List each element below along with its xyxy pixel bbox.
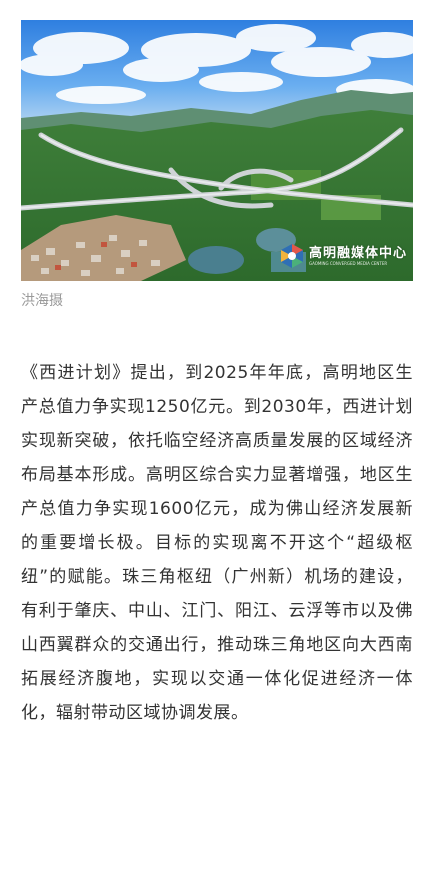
media-watermark: 高明融媒体中心 GAOMING CONVERGED MEDIA CENTER — [279, 243, 407, 269]
watermark-english-text: GAOMING CONVERGED MEDIA CENTER — [308, 261, 388, 266]
watermark-chinese-text: 高明融媒体中心 — [308, 246, 407, 261]
aerial-highway-image — [21, 20, 413, 281]
photo-credit-caption: 洪海摄 — [21, 293, 63, 309]
article-paragraph: 《西进计划》提出，到2025年年底，高明地区生产总值力争实现1250亿元。到20… — [21, 363, 413, 723]
media-center-logo-icon — [280, 244, 303, 268]
article-photo: 高明融媒体中心 GAOMING CONVERGED MEDIA CENTER — [21, 20, 413, 281]
